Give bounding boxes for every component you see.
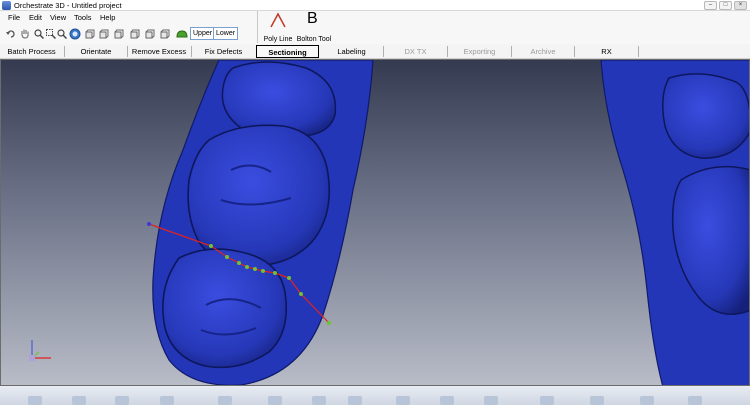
toolbar: Upper Lower (0, 24, 750, 44)
taskbar-item[interactable] (540, 396, 554, 405)
tab-rx[interactable]: RX (575, 45, 638, 58)
rotate-view-icon[interactable] (69, 28, 81, 40)
tab-dx-tx[interactable]: DX TX (384, 45, 447, 58)
zoom-in-icon[interactable] (34, 28, 44, 39)
polyline-point[interactable] (261, 269, 265, 273)
polyline-point[interactable] (287, 276, 291, 280)
polyline-point[interactable] (209, 244, 213, 248)
taskbar-item[interactable] (268, 396, 282, 405)
polyline-tool[interactable]: Poly Line (262, 10, 294, 43)
menu-help[interactable]: Help (100, 13, 115, 22)
menu-file[interactable]: File (8, 13, 20, 22)
view-right-icon[interactable] (130, 28, 140, 39)
3d-viewport[interactable] (0, 59, 750, 386)
close-button[interactable]: × (734, 1, 747, 10)
taskbar-item[interactable] (484, 396, 498, 405)
view-top-icon[interactable] (145, 28, 155, 39)
taskbar-item[interactable] (440, 396, 454, 405)
bolton-tool[interactable]: B Bolton Tool (294, 10, 334, 43)
toolbar-divider (257, 11, 258, 43)
tooth-lower[interactable] (162, 248, 288, 369)
tooth-right-upper[interactable] (662, 73, 750, 159)
menu-edit[interactable]: Edit (29, 13, 42, 22)
taskbar-strip (0, 386, 750, 405)
polyline-point[interactable] (299, 292, 303, 296)
taskbar-item[interactable] (640, 396, 654, 405)
pan-hand-icon[interactable] (20, 28, 30, 39)
taskbar-item[interactable] (396, 396, 410, 405)
view-front-icon[interactable] (85, 28, 95, 39)
polyline-point[interactable] (273, 271, 277, 275)
menu-tools[interactable]: Tools (74, 13, 92, 22)
minimize-button[interactable]: – (704, 1, 717, 10)
tab-separator (638, 46, 639, 57)
taskbar-item[interactable] (218, 396, 232, 405)
dental-scene[interactable] (1, 60, 750, 386)
bolton-icon: B (307, 10, 318, 27)
tab-labeling[interactable]: Labeling (320, 45, 383, 58)
polyline-point[interactable] (245, 265, 249, 269)
taskbar-item[interactable] (688, 396, 702, 405)
zoom-window-icon[interactable] (46, 28, 56, 39)
taskbar-item[interactable] (28, 396, 42, 405)
polyline-point[interactable] (253, 267, 257, 271)
polyline-point[interactable] (225, 255, 229, 259)
upper-button[interactable]: Upper (190, 27, 216, 40)
polyline-label: Poly Line (263, 36, 293, 43)
workflow-tabbar: Batch Process Orientate Remove Excess Fi… (0, 44, 750, 59)
polyline-point[interactable] (326, 320, 332, 326)
taskbar-item[interactable] (348, 396, 362, 405)
view-bottom-icon[interactable] (160, 28, 170, 39)
view-left-icon[interactable] (114, 28, 124, 39)
polyline-icon (270, 12, 286, 28)
polyline-point[interactable] (147, 222, 151, 226)
taskbar-item[interactable] (72, 396, 86, 405)
window-controls: – □ × (704, 1, 747, 10)
taskbar-item[interactable] (160, 396, 174, 405)
tab-batch-process[interactable]: Batch Process (0, 45, 63, 58)
taskbar-item[interactable] (590, 396, 604, 405)
app-icon (2, 1, 11, 10)
bolton-label: Bolton Tool (296, 36, 332, 43)
tab-exporting[interactable]: Exporting (448, 45, 511, 58)
arch-green-icon[interactable] (176, 28, 188, 39)
taskbar-item[interactable] (312, 396, 326, 405)
menu-bar: File Edit View Tools Help (0, 11, 750, 24)
polyline-point[interactable] (237, 261, 241, 265)
window-title: Orchestrate 3D - Untitled project (14, 1, 122, 10)
maximize-button[interactable]: □ (719, 1, 732, 10)
tab-archive[interactable]: Archive (512, 45, 574, 58)
tab-remove-excess[interactable]: Remove Excess (128, 45, 190, 58)
menu-view[interactable]: View (50, 13, 66, 22)
axis-triad-icon (29, 340, 51, 361)
tab-fix-defects[interactable]: Fix Defects (192, 45, 255, 58)
tab-orientate[interactable]: Orientate (65, 45, 127, 58)
taskbar-item[interactable] (115, 396, 129, 405)
tab-sectioning[interactable]: Sectioning (256, 45, 319, 58)
title-bar: Orchestrate 3D - Untitled project – □ × (0, 0, 750, 11)
undo-icon[interactable] (6, 28, 16, 39)
zoom-out-icon[interactable] (57, 28, 67, 39)
view-back-icon[interactable] (99, 28, 109, 39)
lower-button[interactable]: Lower (213, 27, 239, 40)
